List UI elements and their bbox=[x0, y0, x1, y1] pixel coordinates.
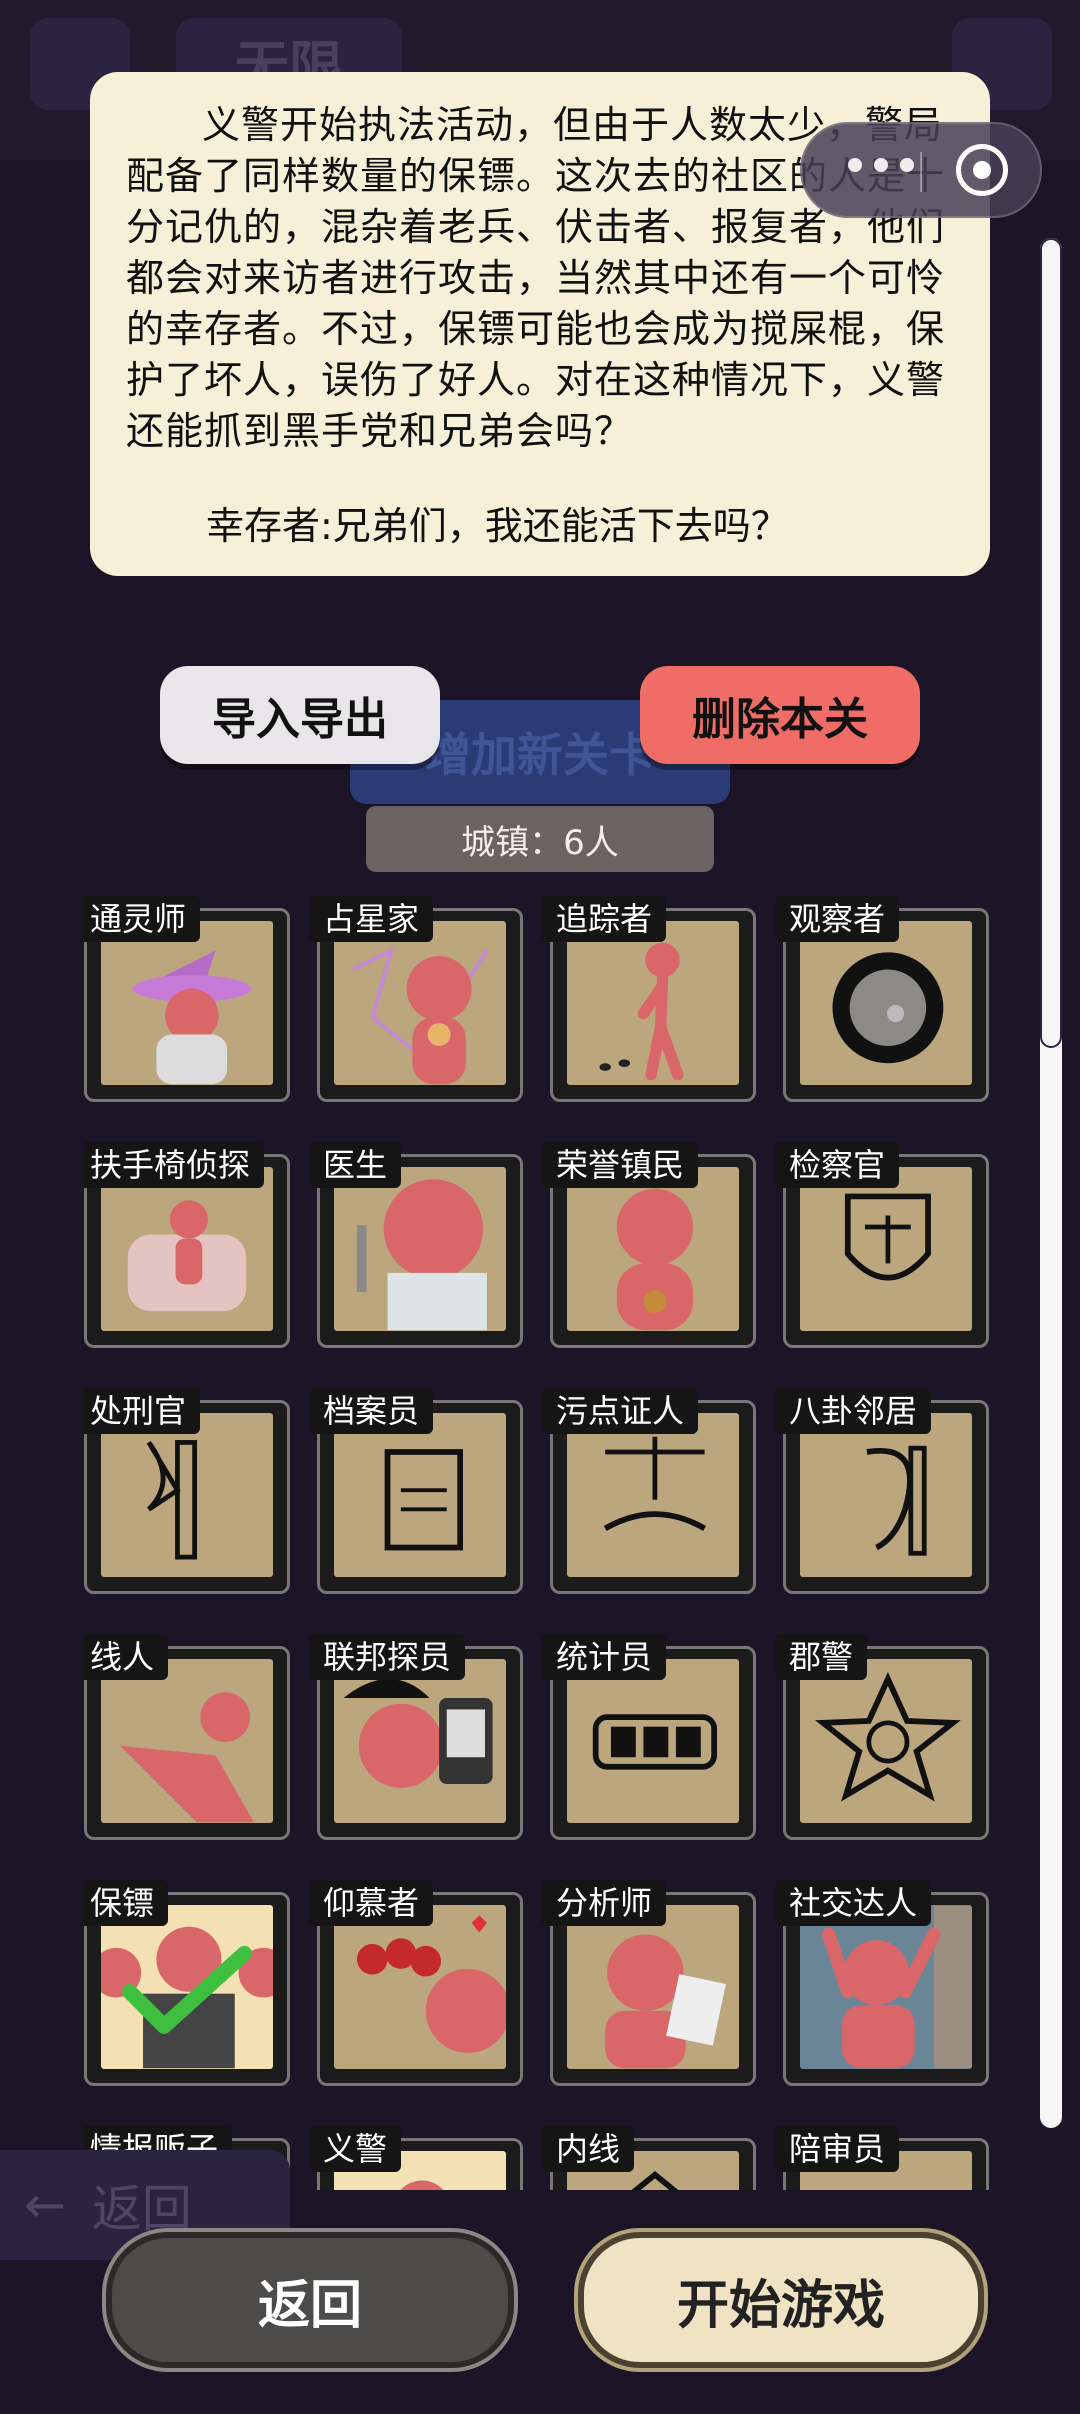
constellation-icon bbox=[334, 921, 506, 1085]
bodyguards-icon bbox=[101, 1905, 273, 2069]
role-card-bodyguard[interactable]: 保镖 bbox=[84, 1880, 290, 2086]
scrollbar-thumb[interactable] bbox=[1040, 238, 1062, 1048]
arrow-left-icon: ← bbox=[24, 2176, 66, 2234]
witch-hat-icon bbox=[101, 921, 273, 1085]
door-wave-icon bbox=[800, 1905, 972, 2069]
role-label: 观察者 bbox=[775, 896, 900, 942]
role-card-vigilante[interactable]: 义警 bbox=[309, 2126, 523, 2190]
role-card-tainted-witness[interactable]: 污点证人 bbox=[542, 1388, 756, 1594]
role-card-sheriff[interactable]: 郡警 bbox=[775, 1634, 989, 1840]
role-label: 追踪者 bbox=[542, 896, 667, 942]
role-label: 陪审员 bbox=[775, 2126, 900, 2172]
role-card-astrologer[interactable]: 占星家 bbox=[309, 896, 523, 1102]
town-count-label: 城镇：6人 bbox=[366, 806, 714, 872]
fbi-badge-icon bbox=[334, 1659, 506, 1823]
start-game-button[interactable]: 开始游戏 bbox=[578, 2232, 984, 2368]
medal-icon bbox=[567, 1167, 739, 1331]
sheriff-star-icon bbox=[800, 1659, 972, 1823]
role-label: 保镖 bbox=[84, 1880, 169, 1926]
role-label: 郡警 bbox=[775, 1634, 868, 1680]
role-card-gossip-neighbor[interactable]: 八卦邻居 bbox=[775, 1388, 989, 1594]
ear-icon bbox=[800, 1413, 972, 1577]
role-label: 通灵师 bbox=[84, 896, 201, 942]
role-label: 占星家 bbox=[309, 896, 434, 942]
role-label: 八卦邻居 bbox=[775, 1388, 932, 1434]
pointing-hand-icon bbox=[101, 1659, 273, 1823]
role-label: 统计员 bbox=[542, 1634, 667, 1680]
role-label: 社交达人 bbox=[775, 1880, 932, 1926]
role-card-juror[interactable]: 陪审员 bbox=[775, 2126, 989, 2190]
paper-icon bbox=[567, 1905, 739, 2069]
eye-icon bbox=[800, 921, 972, 1085]
role-label: 分析师 bbox=[542, 1880, 667, 1926]
close-target-icon[interactable] bbox=[956, 144, 1008, 196]
role-label: 污点证人 bbox=[542, 1388, 699, 1434]
role-card-honored-citizen[interactable]: 荣誉镇民 bbox=[542, 1142, 756, 1348]
role-label: 仰慕者 bbox=[309, 1880, 434, 1926]
role-card-socialite[interactable]: 社交达人 bbox=[775, 1880, 989, 2086]
import-export-button[interactable]: 导入导出 bbox=[160, 666, 440, 764]
level-quote: 幸存者:兄弟们，我还能活下去吗？ bbox=[206, 504, 789, 548]
armchair-icon bbox=[101, 1167, 273, 1331]
ghost-back-label: 返回 bbox=[91, 2180, 192, 2238]
counter-icon bbox=[567, 1659, 739, 1823]
scales-handshake-icon bbox=[567, 1413, 739, 1577]
role-label: 荣誉镇民 bbox=[542, 1142, 699, 1188]
documents-icon bbox=[334, 1413, 506, 1577]
role-label: 扶手椅侦探 bbox=[84, 1142, 265, 1188]
back-button[interactable]: 返回 bbox=[106, 2232, 514, 2368]
role-card-insider[interactable]: 内线 bbox=[542, 2126, 756, 2190]
syringe-icon bbox=[334, 1167, 506, 1331]
role-card-archivist[interactable]: 档案员 bbox=[309, 1388, 523, 1594]
axe-icon bbox=[101, 1413, 273, 1577]
role-label: 内线 bbox=[542, 2126, 635, 2172]
more-icon[interactable] bbox=[848, 158, 914, 172]
role-label: 医生 bbox=[309, 1142, 402, 1188]
role-card-observer[interactable]: 观察者 bbox=[775, 896, 989, 1102]
role-label: 处刑官 bbox=[84, 1388, 201, 1434]
footprints-icon bbox=[567, 921, 739, 1085]
role-card-informant[interactable]: 线人 bbox=[84, 1634, 290, 1840]
role-label: 线人 bbox=[84, 1634, 169, 1680]
role-card-tracker[interactable]: 追踪者 bbox=[542, 896, 756, 1102]
role-card-analyst[interactable]: 分析师 bbox=[542, 1880, 756, 2086]
role-card-doctor[interactable]: 医生 bbox=[309, 1142, 523, 1348]
role-card-statistician[interactable]: 统计员 bbox=[542, 1634, 756, 1840]
role-card-armchair-detective[interactable]: 扶手椅侦探 bbox=[84, 1142, 290, 1348]
role-card-medium[interactable]: 通灵师 bbox=[84, 896, 290, 1102]
role-grid: 通灵师 占星家 追踪者 观察者 扶手椅侦探 医生 荣誉镇民 检察官 处刑官 档案… bbox=[84, 896, 1000, 2190]
role-label: 检察官 bbox=[775, 1142, 900, 1188]
role-card-executioner[interactable]: 处刑官 bbox=[84, 1388, 290, 1594]
role-label: 联邦探员 bbox=[309, 1634, 466, 1680]
role-label: 档案员 bbox=[309, 1388, 434, 1434]
justice-shield-icon bbox=[800, 1167, 972, 1331]
mini-program-capsule[interactable] bbox=[800, 122, 1042, 218]
role-label: 义警 bbox=[309, 2126, 402, 2172]
role-card-prosecutor[interactable]: 检察官 bbox=[775, 1142, 989, 1348]
capsule-divider bbox=[920, 152, 922, 192]
role-card-fbi-agent[interactable]: 联邦探员 bbox=[309, 1634, 523, 1840]
delete-level-button[interactable]: 删除本关 bbox=[640, 666, 920, 764]
role-card-admirer[interactable]: 仰慕者 bbox=[309, 1880, 523, 2086]
roses-icon bbox=[334, 1905, 506, 2069]
